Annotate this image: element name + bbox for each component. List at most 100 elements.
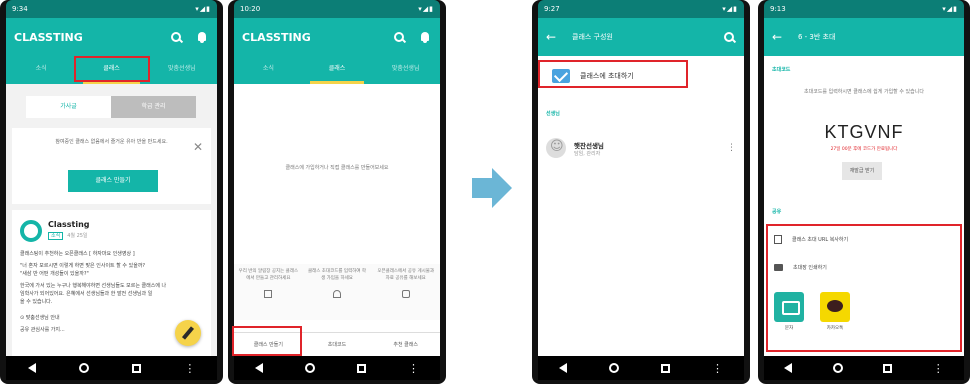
tab-news[interactable]: 소식 — [6, 56, 76, 84]
tab-teacher[interactable]: 맞춤선생님 — [371, 56, 440, 84]
image-icon — [264, 290, 273, 298]
android-nav-bar: ⋮ — [538, 356, 744, 380]
member-name: 햇잔선생님 — [574, 141, 604, 150]
nav-back-icon[interactable] — [27, 363, 36, 373]
status-time: 9:34 — [12, 5, 28, 13]
member-role: 담임, 관리자 — [574, 150, 601, 157]
code-expiry: 27일 00분 후에 코드가 만료됩니다 — [830, 147, 898, 152]
write-fab-button[interactable] — [175, 320, 201, 346]
segment-posts[interactable]: 가사글 — [26, 96, 111, 118]
recommended-class-button[interactable]: 추천 클래스 — [371, 333, 440, 356]
tab-news[interactable]: 소식 — [234, 56, 303, 84]
status-icons: ▾◢▮ — [418, 5, 434, 13]
tab-class[interactable]: 클래스 — [303, 56, 372, 84]
bell-icon[interactable] — [195, 30, 209, 44]
search-icon[interactable] — [392, 30, 406, 44]
bell-icon[interactable] — [418, 30, 432, 44]
status-time: 9:13 — [770, 5, 786, 13]
search-icon[interactable] — [169, 30, 183, 44]
page-title: 클래스 구성원 — [572, 33, 613, 41]
house-icon — [333, 290, 341, 298]
brand-logo: CLASSTING — [14, 30, 83, 44]
highlight-box — [232, 326, 302, 356]
member-row[interactable]: 햇잔선생님 담임, 관리자 ⋮ — [546, 134, 736, 162]
avatar — [546, 138, 566, 158]
post-tag: 소식 — [48, 232, 64, 240]
nav-back-icon[interactable] — [559, 363, 567, 373]
option-item[interactable]: 우리 반의 알림장 공지는 클래스에서 만들고 관리하세요 — [234, 264, 303, 320]
classting-logo-icon — [20, 220, 42, 242]
status-icons: ▾◢▮ — [722, 5, 738, 13]
option-item[interactable]: 오픈클래스에서 공유 게시물과 자료 공유를 해보세요 — [371, 264, 440, 320]
post-line: 한국에 가서 있는 누구나 행복해야하면 선생님들도 모르는 클래스에 나 — [20, 283, 167, 289]
post-link[interactable]: ⊙ 맞춤선생님 안내 — [20, 314, 203, 322]
status-icons: ▾◢▮ — [195, 5, 211, 13]
invite-code-button[interactable]: 초대코드 — [303, 333, 372, 356]
section-code-heading: 초대코드 — [772, 67, 791, 73]
back-arrow-icon[interactable]: ← — [546, 30, 560, 44]
nav-back-icon[interactable] — [255, 363, 263, 373]
post-line: 임학사가 되어있어요. 은혜에서 선생님들과 한 발전 선생님과 일 — [20, 291, 153, 297]
post-meta: 소식 4월 25일 — [48, 232, 88, 240]
page-title: 6 - 3반 초대 — [798, 33, 836, 41]
main-content: 가사글 학급 관리 참여중인 클래스 없음에서 즐거운 유아 반을 만드세요. … — [6, 84, 217, 356]
app-bar: ← 6 - 3반 초대 — [764, 18, 964, 56]
create-class-button[interactable]: 클래스 만들기 — [68, 170, 158, 192]
android-nav-bar: ⋮ — [234, 356, 440, 380]
post-line: 을 수 있습니다. — [20, 299, 53, 305]
status-bar: 9:13 ▾◢▮ — [764, 0, 964, 18]
status-bar: 9:34 ▾◢▮ — [6, 0, 217, 18]
empty-message: 클래스에 가입하거나 직접 클래스를 만들어보세요 — [285, 165, 389, 171]
nav-home-icon[interactable] — [832, 363, 843, 373]
invite-code: KTGVNF — [824, 122, 904, 142]
nav-more-icon[interactable]: ⋮ — [408, 362, 419, 375]
option-item[interactable]: 클래스 초대코드를 입력하여 학생 가입을 하세요 — [303, 264, 372, 320]
brand-logo: CLASSTING — [242, 30, 311, 44]
post-card: Classting 소식 4월 25일 클래스팅이 추천하는 오픈클래스 [ 하자… — [12, 210, 211, 356]
status-bar: 9:27 ▾◢▮ — [538, 0, 744, 18]
phone-screen-class-members: 9:27 ▾◢▮ ← 클래스 구성원 클래스에 초대하기 선생님 햇잔선생님 담임… — [532, 0, 750, 384]
close-icon[interactable]: ✕ — [193, 140, 203, 154]
empty-card-text: 참여중인 클래스 없음에서 즐거운 유아 반을 만드세요. — [55, 139, 168, 145]
nav-more-icon[interactable]: ⋮ — [184, 362, 195, 375]
nav-recent-icon[interactable] — [883, 363, 893, 373]
section-teacher-heading: 선생님 — [546, 111, 560, 117]
search-icon[interactable] — [722, 30, 736, 44]
empty-class-card: 참여중인 클래스 없음에서 즐거운 유아 반을 만드세요. ✕ 클래스 만들기 — [12, 128, 211, 204]
phone-screen-class-invite: 9:13 ▾◢▮ ← 6 - 3반 초대 초대코드 초대코드를 입력하시면 클래스… — [758, 0, 970, 384]
option-text: 오픈클래스에서 공유 게시물과 자료 공유를 해보세요 — [377, 269, 435, 281]
nav-more-icon[interactable]: ⋮ — [712, 362, 723, 375]
nav-home-icon[interactable] — [609, 363, 619, 373]
highlight-box — [538, 60, 688, 88]
gift-icon — [401, 290, 410, 298]
option-text: 우리 반의 알림장 공지는 클래스에서 만들고 관리하세요 — [238, 269, 299, 281]
status-time: 9:27 — [544, 5, 560, 13]
nav-back-icon[interactable] — [784, 363, 793, 373]
tab-bar: 소식 클래스 맞춤선생님 — [234, 56, 440, 84]
back-arrow-icon[interactable]: ← — [772, 30, 786, 44]
tab-teacher[interactable]: 맞춤선생님 — [147, 56, 217, 84]
option-row: 우리 반의 알림장 공지는 클래스에서 만들고 관리하세요 클래스 초대코드를 … — [234, 264, 440, 320]
code-description: 초대코드를 입력하시면 클래스에 쉽게 가입할 수 있습니다 — [804, 89, 924, 95]
nav-home-icon[interactable] — [78, 363, 89, 373]
section-share-heading: 공유 — [772, 209, 782, 215]
segment-manage[interactable]: 학급 관리 — [111, 96, 196, 118]
nav-home-icon[interactable] — [305, 363, 315, 373]
highlight-box — [74, 56, 150, 82]
more-options-icon[interactable]: ⋮ — [727, 143, 736, 153]
nav-recent-icon[interactable] — [357, 363, 366, 373]
app-bar: CLASSTING — [6, 18, 217, 56]
flow-arrow-icon — [472, 168, 512, 208]
option-text: 클래스 초대코드를 입력하여 학생 가입을 하세요 — [307, 269, 367, 281]
reissue-button[interactable]: 재발급 받기 — [842, 162, 882, 180]
main-content: 클래스에 초대하기 선생님 햇잔선생님 담임, 관리자 ⋮ — [538, 56, 744, 356]
nav-more-icon[interactable]: ⋮ — [933, 362, 944, 375]
nav-recent-icon[interactable] — [661, 363, 670, 373]
post-line: 클래스팅이 추천하는 오픈클래스 [ 하자마요 인생영상 ] — [20, 251, 135, 257]
segment-control: 가사글 학급 관리 — [26, 96, 196, 118]
post-line: "새삼 반 어떤 개성들이 있을까?" — [20, 271, 89, 277]
status-time: 10:20 — [240, 5, 261, 13]
phone-screen-class-tab: 10:20 ▾◢▮ CLASSTING 소식 클래스 맞춤선생님 클래스에 가입하… — [228, 0, 446, 384]
post-date: 4월 25일 — [67, 233, 88, 239]
nav-recent-icon[interactable] — [132, 363, 142, 373]
